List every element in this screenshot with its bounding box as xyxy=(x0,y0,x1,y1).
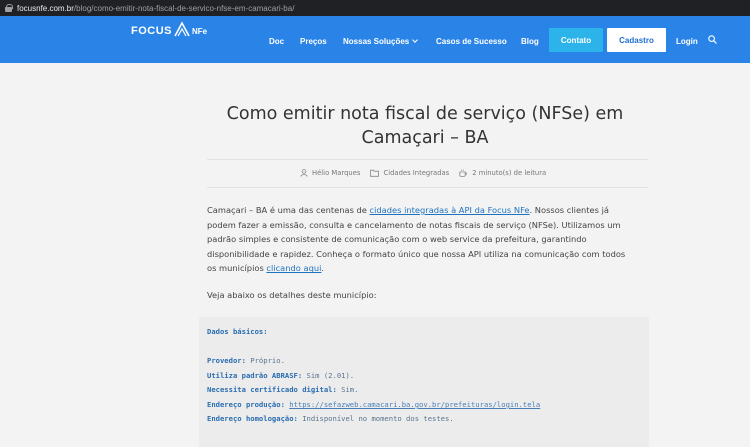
chevron-down-icon xyxy=(412,37,419,43)
code-key: Endereço homologação: xyxy=(207,414,298,423)
title-divider xyxy=(207,159,648,160)
nav-blog[interactable]: Blog xyxy=(521,37,539,46)
meta-author[interactable]: Hélio Marques xyxy=(300,169,360,177)
lock-icon xyxy=(5,4,13,12)
producao-url-link[interactable]: https://sefazweb.camacari.ba.gov.br/pref… xyxy=(289,400,540,409)
category-name: Cidades Integradas xyxy=(383,169,450,177)
logo-word: FOCUS xyxy=(131,25,172,37)
code-key: Necessita certificado digital: xyxy=(207,385,337,394)
code-row: Provedor: Próprio. xyxy=(207,356,285,365)
nav-precos[interactable]: Preços xyxy=(300,37,327,46)
nav-solucoes[interactable]: Nossas Soluções xyxy=(343,37,419,46)
nav-doc[interactable]: Doc xyxy=(269,37,284,46)
post-meta: Hélio Marques Cidades Integradas 2 minut… xyxy=(300,169,546,177)
code-value: Sim (2.01). xyxy=(302,371,355,380)
intro-paragraph: Camaçari – BA é uma das centenas de cida… xyxy=(207,203,637,276)
code-block xyxy=(199,317,649,447)
contato-button[interactable]: Contato xyxy=(549,28,603,52)
address-url[interactable]: focusnfe.com.br/blog/como-emitir-nota-fi… xyxy=(17,4,294,13)
meta-category[interactable]: Cidades Integradas xyxy=(370,169,449,177)
code-key: Utiliza padrão ABRASF: xyxy=(207,371,303,380)
intro-text-3: . xyxy=(321,263,325,274)
meta-reading-time: 2 minuto(s) de leitura xyxy=(459,169,546,177)
post-title: Como emitir nota fiscal de serviço (NFSe… xyxy=(226,104,624,148)
code-key: Endereço produção: xyxy=(207,400,285,409)
search-icon[interactable] xyxy=(708,35,717,44)
cidades-integradas-link[interactable]: cidades integradas à API da Focus NFe xyxy=(370,205,530,215)
author-name: Hélio Marques xyxy=(312,169,361,177)
code-row: Utiliza padrão ABRASF: Sim (2.01). xyxy=(207,371,354,380)
cadastro-button[interactable]: Cadastro xyxy=(607,28,666,52)
code-value: Próprio. xyxy=(245,356,285,365)
url-host: focusnfe.com.br xyxy=(17,3,74,13)
url-path: /blog/como-emitir-nota-fiscal-de-servico… xyxy=(73,3,295,13)
logo-mark-icon xyxy=(173,21,191,37)
code-value: Sim. xyxy=(336,385,359,394)
code-row: Necessita certificado digital: Sim. xyxy=(207,385,358,394)
details-lead: Veja abaixo os detalhes deste município: xyxy=(207,290,377,300)
focus-nfe-logo[interactable]: FOCUS NFe xyxy=(131,21,207,37)
code-row: Endereço produção: https://sefazweb.cama… xyxy=(207,400,540,409)
code-key: Provedor: xyxy=(207,356,246,365)
code-row: Endereço homologação: Indisponível no mo… xyxy=(207,414,454,423)
reading-time: 2 minuto(s) de leitura xyxy=(472,169,547,177)
coffee-icon xyxy=(459,169,468,177)
folder-icon xyxy=(370,169,380,177)
browser-address-bar[interactable]: focusnfe.com.br/blog/como-emitir-nota-fi… xyxy=(0,0,750,16)
code-heading-text: Dados básicos: xyxy=(207,327,268,336)
nav-casos-de-sucesso[interactable]: Casos de Sucesso xyxy=(436,37,507,46)
intro-text-1: Camaçari – BA é uma das centenas de xyxy=(207,205,370,215)
code-heading: Dados básicos: xyxy=(207,327,268,336)
nav-login[interactable]: Login xyxy=(676,37,698,46)
meta-divider xyxy=(207,187,648,188)
logo-suffix: NFe xyxy=(192,27,208,36)
clicando-aqui-link[interactable]: clicando aqui xyxy=(266,263,321,273)
nav-solucoes-label: Nossas Soluções xyxy=(343,37,410,46)
user-icon xyxy=(300,169,308,177)
code-value: Indisponível no momento dos testes. xyxy=(297,414,454,423)
